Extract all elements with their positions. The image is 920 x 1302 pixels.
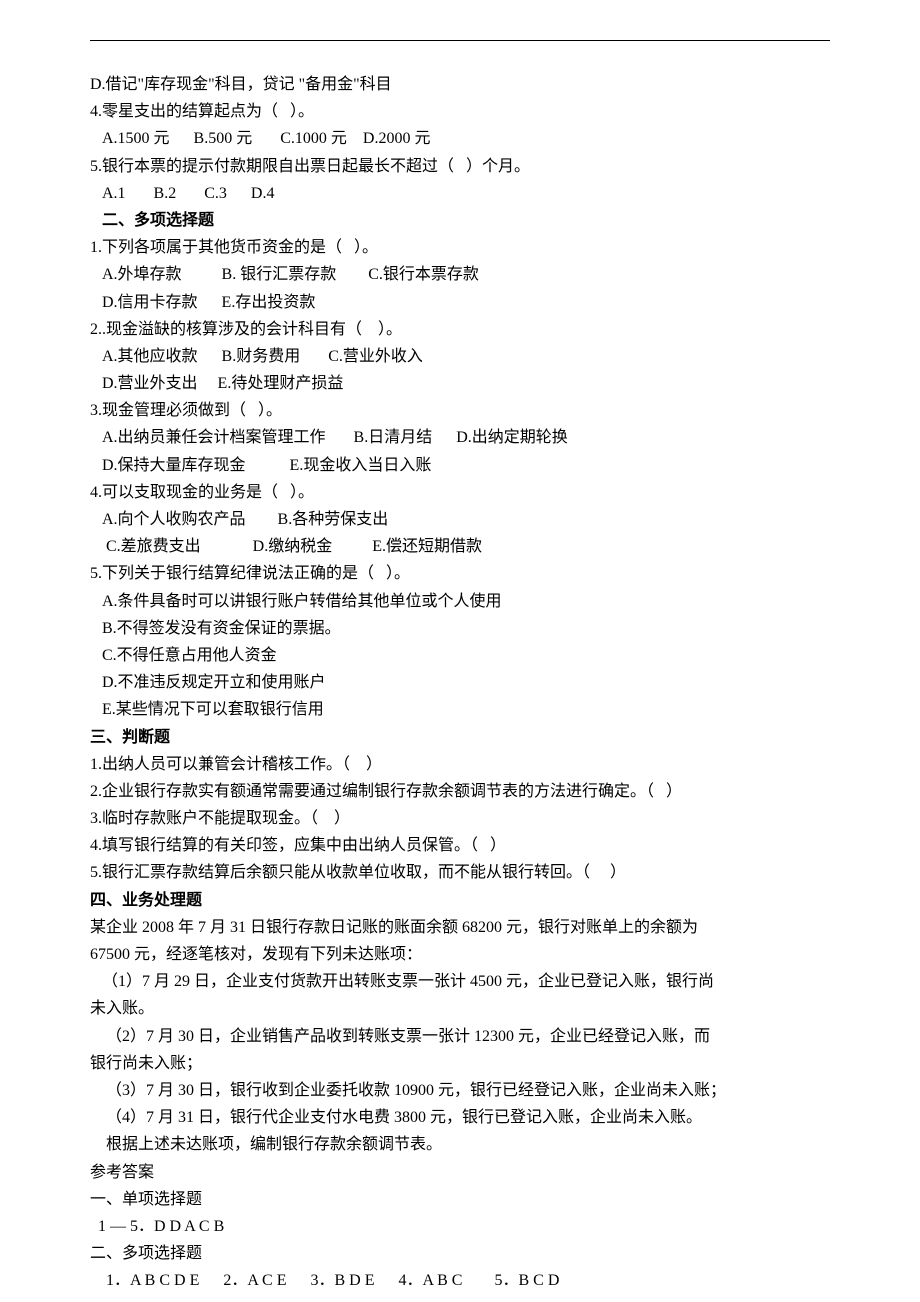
multi-q2: 2..现金溢缺的核算涉及的会计科目有（ ）。 [90, 316, 830, 343]
multi-q2-options-b: D.营业外支出 E.待处理财产损益 [90, 370, 830, 397]
judge-q5: 5.银行汇票存款结算后余额只能从收款单位收取，而不能从银行转回。（ ） [90, 859, 830, 886]
multi-q5-option-a: A.条件具备时可以讲银行账户转借给其他单位或个人使用 [90, 588, 830, 615]
multi-q3: 3.现金管理必须做到（ ）。 [90, 397, 830, 424]
multi-q5: 5.下列关于银行结算纪律说法正确的是（ ）。 [90, 560, 830, 587]
business-line-3: （1）7 月 29 日，企业支付货款开出转账支票一张计 4500 元，企业已登记… [90, 968, 830, 995]
option-d-q3: D.借记"库存现金"科目，贷记 "备用金"科目 [90, 71, 830, 98]
section-3-title: 三、判断题 [90, 724, 830, 751]
multi-q4: 4.可以支取现金的业务是（ ）。 [90, 479, 830, 506]
answer-multi-values: 1．A B C D E 2．A C E 3．B D E 4．A B C 5．B … [90, 1267, 830, 1294]
multi-q5-option-c: C.不得任意占用他人资金 [90, 642, 830, 669]
business-line-1: 某企业 2008 年 7 月 31 日银行存款日记账的账面余额 68200 元，… [90, 914, 830, 941]
judge-q3: 3.临时存款账户不能提取现金。（ ） [90, 805, 830, 832]
answer-single-values: 1 — 5．D D A C B [90, 1213, 830, 1240]
multi-q5-option-e: E.某些情况下可以套取银行信用 [90, 696, 830, 723]
multi-q3-options-a: A.出纳员兼任会计档案管理工作 B.日清月结 D.出纳定期轮换 [90, 424, 830, 451]
business-line-6: 银行尚未入账； [90, 1050, 830, 1077]
multi-q1-options-a: A.外埠存款 B. 银行汇票存款 C.银行本票存款 [90, 261, 830, 288]
business-line-4: 未入账。 [90, 995, 830, 1022]
multi-q3-options-b: D.保持大量库存现金 E.现金收入当日入账 [90, 452, 830, 479]
multi-q1: 1.下列各项属于其他货币资金的是（ ）。 [90, 234, 830, 261]
top-divider [90, 40, 830, 41]
question-5-options: A.1 B.2 C.3 D.4 [90, 180, 830, 207]
multi-q4-options-b: C.差旅费支出 D.缴纳税金 E.偿还短期借款 [90, 533, 830, 560]
judge-q1: 1.出纳人员可以兼管会计稽核工作。（ ） [90, 751, 830, 778]
multi-q5-option-d: D.不准违反规定开立和使用账户 [90, 669, 830, 696]
multi-q5-option-b: B.不得签发没有资金保证的票据。 [90, 615, 830, 642]
judge-q2: 2.企业银行存款实有额通常需要通过编制银行存款余额调节表的方法进行确定。（ ） [90, 778, 830, 805]
question-4-options: A.1500 元 B.500 元 C.1000 元 D.2000 元 [90, 125, 830, 152]
answer-multi-title: 二、多项选择题 [90, 1240, 830, 1267]
answer-single-title: 一、单项选择题 [90, 1186, 830, 1213]
multi-q2-options-a: A.其他应收款 B.财务费用 C.营业外收入 [90, 343, 830, 370]
business-line-8: （4）7 月 31 日，银行代企业支付水电费 3800 元，银行已登记入账，企业… [90, 1104, 830, 1131]
business-line-5: （2）7 月 30 日，企业销售产品收到转账支票一张计 12300 元，企业已经… [90, 1023, 830, 1050]
business-line-9: 根据上述未达账项，编制银行存款余额调节表。 [90, 1131, 830, 1158]
answer-heading: 参考答案 [90, 1159, 830, 1186]
business-line-2: 67500 元，经逐笔核对，发现有下列未达账项： [90, 941, 830, 968]
section-4-title: 四、业务处理题 [90, 887, 830, 914]
question-5: 5.银行本票的提示付款期限自出票日起最长不超过（ ）个月。 [90, 153, 830, 180]
judge-q4: 4.填写银行结算的有关印签，应集中由出纳人员保管。（ ） [90, 832, 830, 859]
business-line-7: （3）7 月 30 日，银行收到企业委托收款 10900 元，银行已经登记入账，… [90, 1077, 830, 1104]
question-4: 4.零星支出的结算起点为（ ）。 [90, 98, 830, 125]
multi-q1-options-b: D.信用卡存款 E.存出投资款 [90, 289, 830, 316]
multi-q4-options-a: A.向个人收购农产品 B.各种劳保支出 [90, 506, 830, 533]
section-2-title: 二、多项选择题 [90, 207, 830, 234]
